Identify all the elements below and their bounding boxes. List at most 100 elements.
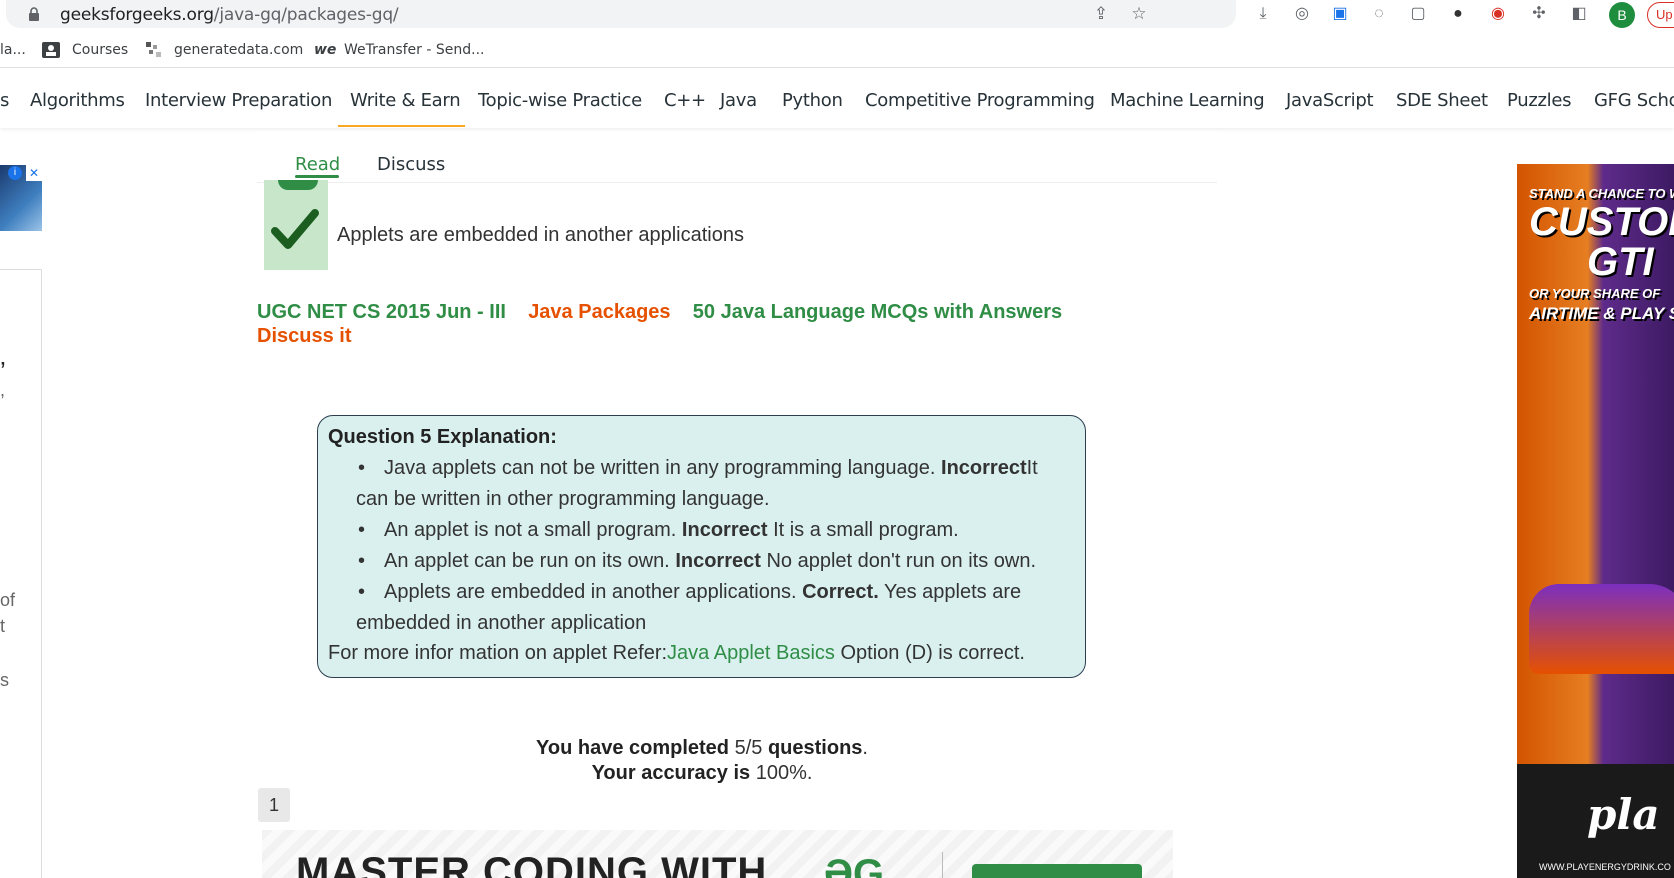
banner-text: MASTER CODING WITH <box>296 850 768 878</box>
discuss-it-link[interactable]: Discuss it <box>257 325 351 347</box>
banner-divider <box>942 852 943 878</box>
bookmarks-bar: la... Courses generatedata.com we WeTran… <box>0 34 1674 68</box>
share-icon[interactable]: ⇪ <box>1091 4 1111 24</box>
left-text-fragment: s <box>0 670 9 690</box>
explanation-list: Java applets can not be written in any p… <box>356 453 1075 639</box>
star-icon[interactable]: ☆ <box>1129 4 1149 24</box>
ad-text: GTI <box>1587 240 1654 284</box>
site-navigation: s Algorithms Interview Preparation Write… <box>0 76 1674 128</box>
nav-item-topic-wise-practice[interactable]: Topic-wise Practice <box>478 90 642 111</box>
ad-car-image <box>1529 584 1674 674</box>
nav-item-gfg-school[interactable]: GFG Scho <box>1594 90 1674 111</box>
extension-icon-2[interactable]: ▣ <box>1329 3 1351 25</box>
tab-read[interactable]: Read <box>295 154 340 175</box>
lock-icon[interactable] <box>28 7 40 21</box>
nav-item-interview-preparation[interactable]: Interview Preparation <box>145 90 332 111</box>
ad-text: STAND A CHANCE TO WIN <box>1529 186 1674 201</box>
download-icon[interactable]: ⤓ <box>1252 3 1274 25</box>
left-text-fragment: of <box>0 590 16 610</box>
explanation-text: An applet is not a small program. <box>384 519 682 541</box>
accuracy-value: 100%. <box>750 762 813 784</box>
ad-close-icon[interactable]: ✕ <box>26 165 42 181</box>
ad-info-icon[interactable]: i <box>8 166 22 180</box>
checkmark-icon <box>271 209 319 249</box>
nav-item-java[interactable]: Java <box>720 90 757 111</box>
wetransfer-icon: we <box>314 42 337 58</box>
left-panel-border <box>0 269 42 270</box>
java-applet-basics-link[interactable]: Java Applet Basics <box>667 642 835 664</box>
puzzle-icon[interactable]: ✣ <box>1528 3 1550 25</box>
generatedata-icon <box>146 42 161 57</box>
nav-item-javascript[interactable]: JavaScript <box>1286 90 1374 111</box>
right-ad-banner[interactable]: STAND A CHANCE TO WIN CUSTOM GTI OR YOUR… <box>1517 164 1674 878</box>
ad-text: CUSTOM <box>1529 200 1674 244</box>
promo-banner[interactable]: MASTER CODING WITH ƏG <box>262 830 1173 878</box>
explanation-item: Applets are embedded in another applicat… <box>356 577 1075 639</box>
nav-item-python[interactable]: Python <box>782 90 843 111</box>
extension-icon-3[interactable]: ◌ <box>1368 3 1390 25</box>
courses-icon <box>42 42 60 58</box>
nav-item-sde-sheet[interactable]: SDE Sheet <box>1396 90 1488 111</box>
explanation-text: It is a small program. <box>767 519 959 541</box>
left-text-fragment: t <box>0 616 6 636</box>
explanation-text: No applet don't run on its own. <box>760 550 1037 572</box>
explanation-box: Question 5 Explanation: Java applets can… <box>317 415 1086 678</box>
nav-item-puzzles[interactable]: Puzzles <box>1507 90 1572 111</box>
tag-java-mcqs[interactable]: 50 Java Language MCQs with Answers <box>693 301 1062 323</box>
profile-avatar[interactable]: B <box>1609 2 1635 28</box>
tab-discuss[interactable]: Discuss <box>377 154 445 175</box>
footer-text: Option (D) is correct. <box>834 642 1025 664</box>
question-tags: UGC NET CS 2015 Jun - III Java Packages … <box>257 300 1062 348</box>
update-button[interactable]: Up <box>1647 2 1674 28</box>
result-count: 5/5 <box>729 737 768 759</box>
extension-icon-1[interactable]: ◎ <box>1291 3 1313 25</box>
left-text-fragment: , <box>0 380 6 400</box>
explanation-text: It <box>1026 457 1038 479</box>
ad-brand: pla <box>1587 790 1660 839</box>
explanation-text: Yes applets are <box>878 581 1022 603</box>
explanation-verdict: Correct. <box>802 581 879 603</box>
nav-item-cpp[interactable]: C++ <box>664 90 706 111</box>
option-marker-top <box>278 180 318 190</box>
explanation-verdict: Incorrect <box>675 550 761 572</box>
result-label: questions <box>767 737 863 759</box>
result-period: . <box>862 737 868 759</box>
extension-icon-5[interactable]: ● <box>1447 3 1469 25</box>
bookmark-item-courses[interactable]: Courses <box>72 42 128 58</box>
extension-icon-4[interactable]: ▢ <box>1407 3 1429 25</box>
bookmark-item-1[interactable]: la... <box>0 42 26 58</box>
extension-icon-6[interactable]: ◉ <box>1487 3 1509 25</box>
accuracy-label: Your accuracy is <box>591 762 751 784</box>
gfg-logo-icon: ƏG <box>824 852 885 878</box>
nav-item-competitive-programming[interactable]: Competitive Programming <box>865 90 1095 111</box>
explanation-text: can be written in other programming lang… <box>356 488 770 510</box>
url-path: /java-gq/packages-gq/ <box>213 5 399 25</box>
bookmark-item-wetransfer[interactable]: WeTransfer - Send... <box>344 42 485 58</box>
explanation-text: Applets are embedded in another applicat… <box>384 581 803 603</box>
tag-ugc-net[interactable]: UGC NET CS 2015 Jun - III <box>257 301 506 323</box>
nav-item-machine-learning[interactable]: Machine Learning <box>1110 90 1265 111</box>
nav-item-cut[interactable]: s <box>0 90 9 111</box>
footer-text: For more infor mation on applet Refer: <box>328 642 668 664</box>
explanation-verdict: Incorrect <box>941 457 1027 479</box>
explanation-item: An applet is not a small program. Incorr… <box>358 515 1075 546</box>
result-label: You have completed <box>536 737 730 759</box>
question-page-button[interactable]: 1 <box>258 788 290 822</box>
url-text[interactable]: geeksforgeeks.org/java-gq/packages-gq/ <box>60 5 399 25</box>
nav-item-algorithms[interactable]: Algorithms <box>30 90 125 111</box>
tag-java-packages[interactable]: Java Packages <box>528 301 670 323</box>
option-d-text[interactable]: Applets are embedded in another applicat… <box>337 224 744 247</box>
banner-cta-button[interactable] <box>972 864 1142 878</box>
explanation-title: Question 5 Explanation: <box>328 426 557 448</box>
bookmark-item-generatedata[interactable]: generatedata.com <box>174 42 303 58</box>
explanation-verdict: Incorrect <box>681 519 768 541</box>
url-host: geeksforgeeks.org <box>60 5 214 25</box>
ad-text: OR YOUR SHARE OF <box>1529 286 1661 301</box>
side-panel-icon[interactable]: ◧ <box>1568 3 1590 25</box>
explanation-text: An applet can be run on its own. <box>384 550 676 572</box>
ad-text: AIRTIME & PLAY ST <box>1529 304 1674 323</box>
explanation-item: Java applets can not be written in any p… <box>356 453 1075 515</box>
nav-item-write-earn[interactable]: Write & Earn <box>350 90 461 111</box>
quiz-result: You have completed 5/5 questions. Your a… <box>0 736 1404 786</box>
address-bar[interactable]: geeksforgeeks.org/java-gq/packages-gq/ ⇪… <box>6 0 1236 28</box>
